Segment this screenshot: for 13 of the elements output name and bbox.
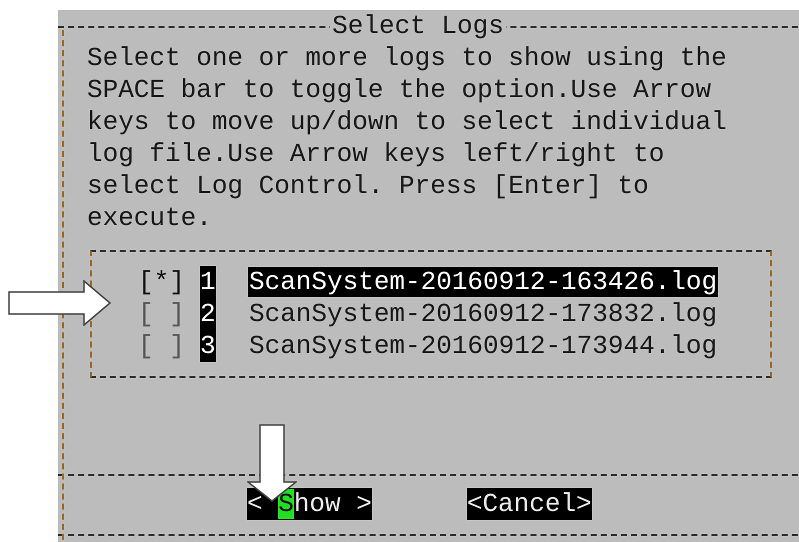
arrow-icon <box>8 280 112 326</box>
show-button[interactable]: < Show > <box>247 488 372 520</box>
cancel-button[interactable]: <Cancel> <box>466 488 592 520</box>
log-file-item[interactable]: ScanSystem-20160912-163426.log <box>248 267 718 297</box>
checkbox[interactable]: [ ] <box>138 330 186 362</box>
checkbox[interactable]: [*] <box>138 266 186 298</box>
log-number: 2 <box>200 298 216 330</box>
log-number: 1 <box>200 266 216 298</box>
log-number: 3 <box>200 330 216 362</box>
instructions-text: Select one or more logs to show using the SPACE bar to toggle the option.Use Arrow keys to move up/down to select individual log file.Use Arrow keys left/right to select Log Control. Press [Enter] to execute. <box>87 42 727 234</box>
log-file-item[interactable]: ScanSystem-20160912-173832.log <box>248 299 718 329</box>
checkbox[interactable]: [ ] <box>138 298 186 330</box>
log-file-item[interactable]: ScanSystem-20160912-173944.log <box>248 331 718 361</box>
